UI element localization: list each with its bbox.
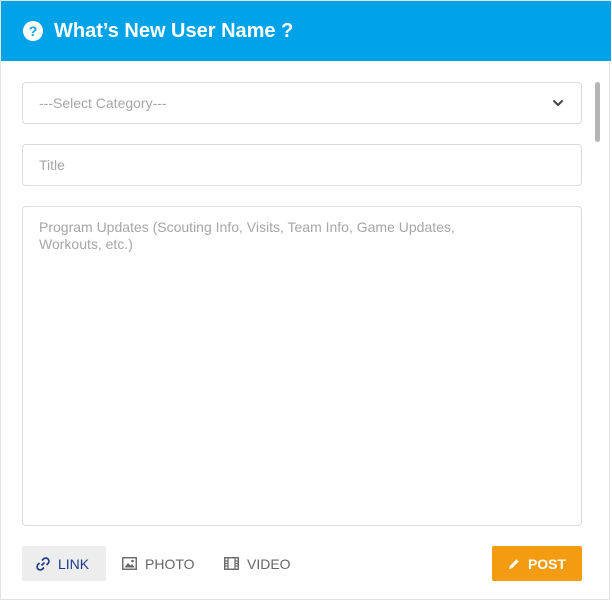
post-button[interactable]: POST bbox=[492, 546, 582, 581]
card-title: What’s New User Name ? bbox=[54, 20, 294, 42]
whats-new-card: ? What’s New User Name ? ---Select Categ… bbox=[0, 0, 611, 600]
link-button[interactable]: LINK bbox=[22, 546, 106, 581]
video-button-label: VIDEO bbox=[247, 555, 291, 572]
question-circle-icon[interactable]: ? bbox=[23, 21, 43, 41]
video-button[interactable]: VIDEO bbox=[224, 546, 291, 581]
program-updates-textarea[interactable] bbox=[22, 206, 582, 526]
image-icon bbox=[122, 557, 137, 570]
category-select[interactable]: ---Select Category--- bbox=[22, 82, 582, 124]
photo-button-label: PHOTO bbox=[145, 555, 195, 572]
link-button-label: LINK bbox=[58, 555, 90, 572]
scrollbar-thumb[interactable] bbox=[595, 82, 600, 142]
photo-button[interactable]: PHOTO bbox=[122, 546, 195, 581]
post-button-label: POST bbox=[527, 555, 567, 572]
link-icon bbox=[36, 556, 50, 571]
film-icon bbox=[224, 557, 239, 570]
category-select-value: ---Select Category--- bbox=[39, 95, 167, 111]
pencil-icon bbox=[508, 558, 519, 569]
chevron-down-icon bbox=[553, 100, 563, 106]
title-input[interactable] bbox=[22, 144, 582, 186]
card-header: ? What’s New User Name ? bbox=[1, 1, 611, 61]
